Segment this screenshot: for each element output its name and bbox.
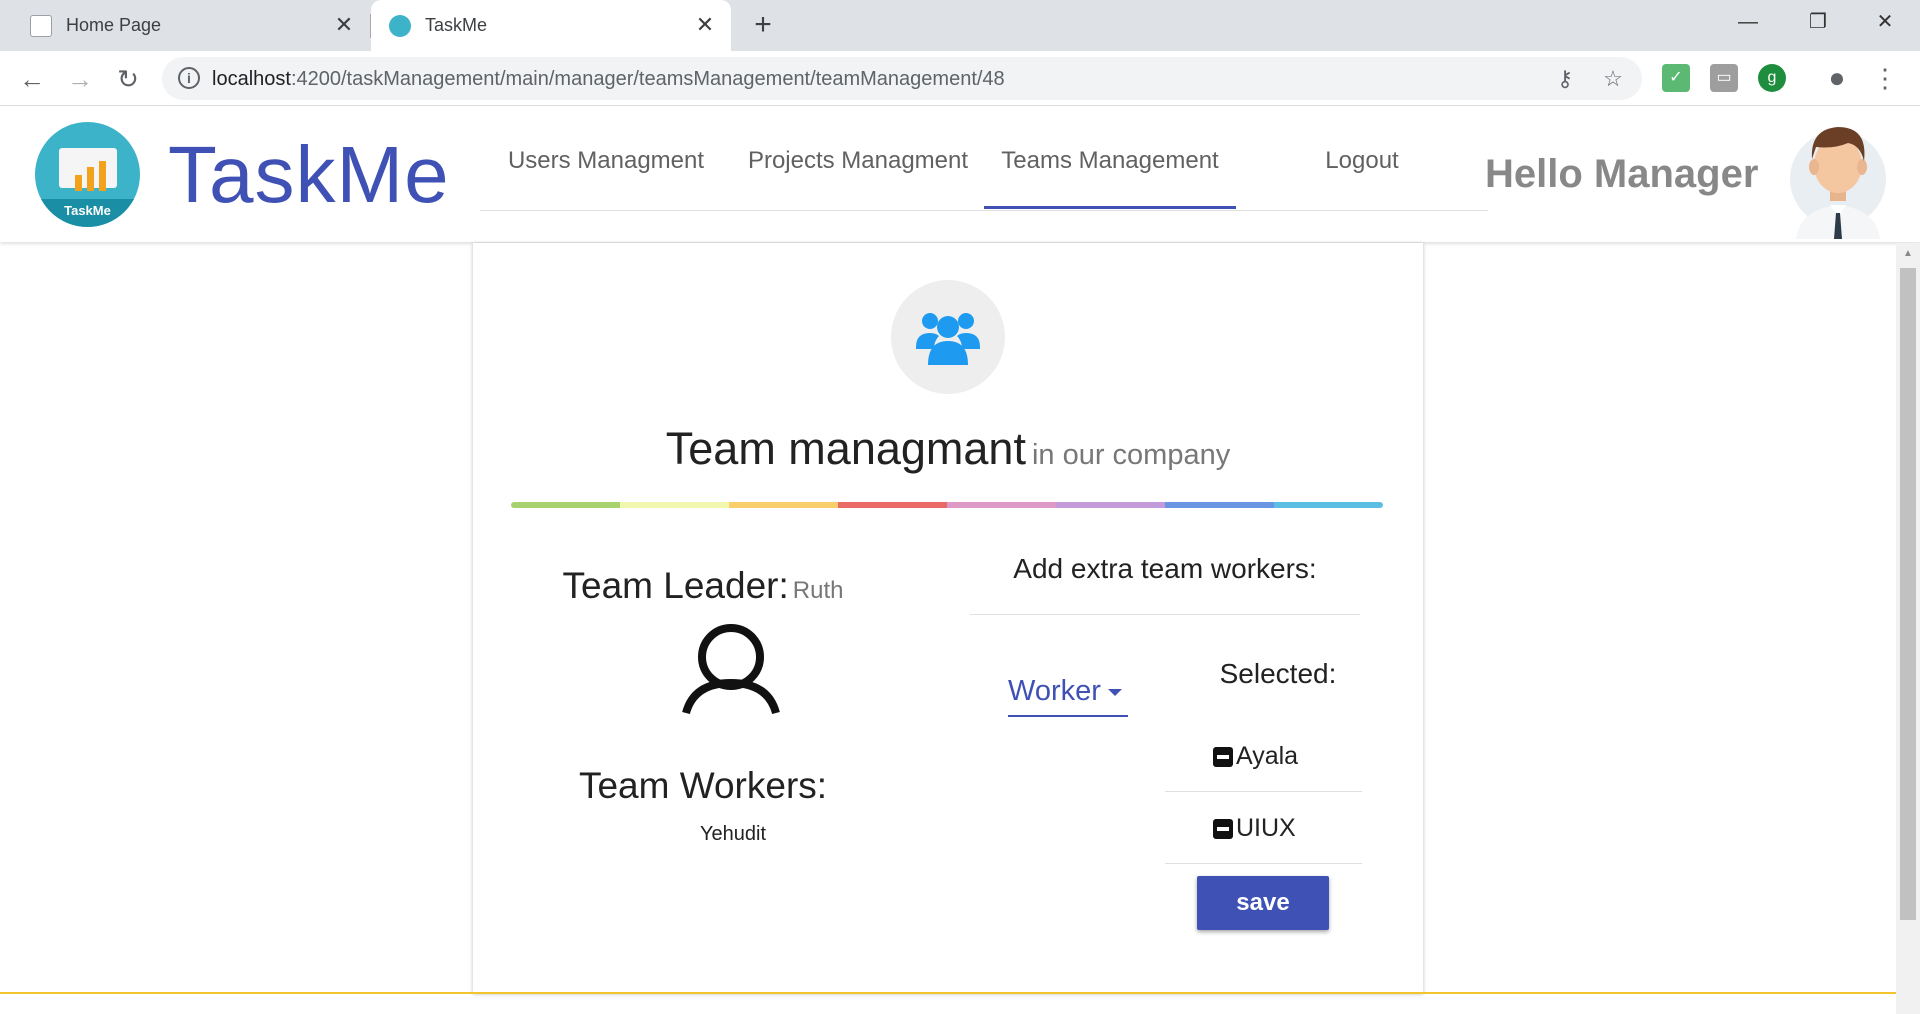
dropdown-arrow-icon (1108, 689, 1122, 696)
team-leader-name: Ruth (792, 577, 844, 604)
extension-grammarly-icon[interactable]: g (1758, 64, 1786, 92)
team-leader-label: Team Leader: (562, 565, 789, 606)
logo-caption: TaskMe (35, 199, 140, 227)
title-main: Team managmant (665, 423, 1026, 474)
scrollbar-thumb[interactable] (1900, 268, 1916, 920)
close-tab-icon[interactable]: ✕ (332, 13, 356, 37)
rainbow-segment (620, 502, 729, 508)
rainbow-segment (947, 502, 1056, 508)
rainbow-segment (729, 502, 838, 508)
window-close-icon[interactable]: ✕ (1850, 0, 1920, 44)
minimize-icon[interactable]: — (1713, 0, 1783, 44)
url-path: :4200/taskManagement/main/manager/teamsM… (290, 68, 1005, 90)
kebab-menu-icon[interactable]: ⋮ (1868, 61, 1902, 95)
vertical-scrollbar[interactable]: ▲ (1896, 243, 1920, 1014)
close-tab-icon[interactable]: ✕ (693, 13, 717, 37)
info-icon[interactable]: i (178, 67, 200, 89)
rainbow-divider (511, 502, 1383, 508)
new-tab-icon[interactable]: + (748, 10, 778, 40)
url-text[interactable]: localhost:4200/taskManagement/main/manag… (212, 68, 1005, 91)
nav-logout[interactable]: Logout (1236, 147, 1488, 187)
team-group-icon (916, 313, 980, 365)
browser-tab-strip: Home Page ✕ TaskMe ✕ + — ❐ ✕ (0, 0, 1920, 51)
team-management-card: Team managmant in our company Team Leader… (473, 243, 1423, 993)
extension-mail-icon[interactable]: ✓ (1662, 64, 1690, 92)
main-nav: Users Managment Projects Managment Teams… (480, 107, 1488, 211)
tab-title: Home Page (66, 15, 162, 35)
team-workers-label: Team Workers: (578, 765, 828, 806)
indeterminate-checkbox-icon[interactable] (1213, 747, 1233, 767)
rainbow-segment (511, 502, 620, 508)
nav-teams-management[interactable]: Teams Management (984, 147, 1236, 187)
restore-icon[interactable]: ❐ (1783, 0, 1853, 44)
browser-toolbar: ← → ↻ i localhost:4200/taskManagement/ma… (0, 51, 1920, 106)
nav-active-indicator (984, 206, 1236, 209)
browser-tab-home[interactable]: Home Page ✕ (0, 0, 370, 51)
reload-icon[interactable]: ↻ (111, 62, 145, 96)
logo-bar (75, 175, 82, 191)
account-icon[interactable]: ● (1820, 61, 1854, 95)
worker-select[interactable]: Worker (1008, 675, 1128, 717)
star-icon[interactable]: ☆ (1599, 65, 1627, 93)
indeterminate-checkbox-icon[interactable] (1213, 819, 1233, 839)
team-leader-heading: Team Leader: Ruth (533, 565, 873, 607)
manager-avatar-icon (1790, 127, 1886, 239)
rainbow-segment (1274, 502, 1383, 508)
selected-worker-name: UIUX (1236, 814, 1296, 842)
person-icon (682, 624, 780, 715)
save-button[interactable]: save (1197, 876, 1329, 930)
logo-bar (99, 161, 106, 191)
selected-worker-name: Ayala (1236, 742, 1299, 770)
page-favicon-icon (30, 14, 52, 37)
address-bar[interactable]: i localhost:4200/taskManagement/main/man… (162, 57, 1642, 100)
url-host: localhost (212, 68, 291, 90)
logo-bar (87, 167, 94, 191)
app-header: TaskMe TaskMe Users Managment Projects M… (0, 107, 1920, 242)
team-worker-item: Yehudit (700, 823, 766, 845)
rainbow-segment (1165, 502, 1274, 508)
rainbow-segment (1056, 502, 1165, 508)
tab-title: TaskMe (425, 15, 488, 35)
extension-image-icon[interactable]: ▭ (1710, 64, 1738, 92)
selected-worker-row: Ayala (1165, 720, 1362, 792)
divider (970, 614, 1360, 615)
greeting: Hello Manager (1485, 152, 1759, 196)
nav-projects-management[interactable]: Projects Managment (732, 147, 984, 187)
team-icon-badge (891, 280, 1005, 394)
scroll-up-icon[interactable]: ▲ (1896, 245, 1920, 263)
rainbow-segment (838, 502, 947, 508)
selected-worker-row: UIUX (1165, 792, 1362, 864)
selected-label: Selected: (1219, 658, 1337, 689)
taskme-logo[interactable]: TaskMe (35, 122, 140, 227)
arrow-left-icon[interactable]: ← (15, 62, 49, 96)
arrow-right-icon[interactable]: → (63, 62, 97, 96)
brand-title: TaskMe (168, 130, 450, 219)
add-workers-title: Add extra team workers: (1013, 553, 1317, 584)
worker-select-value: Worker (1008, 675, 1101, 707)
browser-tab-taskme[interactable]: TaskMe ✕ (371, 0, 731, 51)
footer-divider (0, 992, 1896, 994)
title-subtitle: in our company (1031, 439, 1231, 471)
taskme-favicon-icon (389, 14, 411, 37)
page-title: Team managmant in our company (473, 423, 1423, 475)
key-icon[interactable]: ⚷ (1551, 65, 1579, 93)
nav-users-management[interactable]: Users Managment (480, 147, 732, 187)
